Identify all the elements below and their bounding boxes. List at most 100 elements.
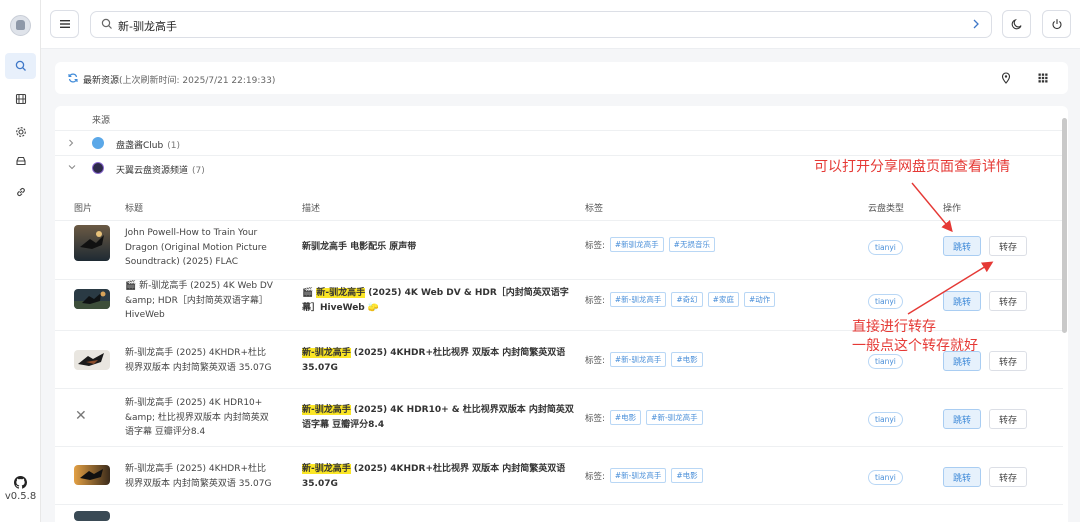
jump-button[interactable]: 跳转 xyxy=(943,409,981,429)
power-button[interactable] xyxy=(1042,10,1071,38)
jump-button[interactable]: 跳转 xyxy=(943,236,981,256)
scrollbar[interactable] xyxy=(1062,118,1067,333)
left-nav: v0.5.8 xyxy=(0,0,41,522)
row-title: 新-驯龙高手 (2025) 4KHDR+杜比视界双版本 内封简繁英双语 35.0… xyxy=(125,464,272,489)
row-thumbnail xyxy=(74,350,110,370)
column-header-cloud-type: 云盘类型 xyxy=(868,204,905,214)
location-pin-icon[interactable] xyxy=(1001,72,1011,84)
github-icon[interactable] xyxy=(14,476,27,489)
row-tags: 标签: #新-驯龙高手 #电影 xyxy=(585,468,703,483)
column-header-title: 标题 xyxy=(125,204,144,214)
cloud-type-badge: tianyi xyxy=(868,240,903,255)
tag-prefix: 标签: xyxy=(585,355,605,366)
source-name: 盘盏酱Club (1) xyxy=(116,138,180,151)
tag-chip[interactable]: #动作 xyxy=(743,292,776,307)
cloud-type-badge: tianyi xyxy=(868,354,903,369)
tag-chip[interactable]: #家庭 xyxy=(707,292,739,307)
row-thumbnail xyxy=(74,225,110,261)
grid-view-icon[interactable] xyxy=(1038,73,1048,83)
save-to-drive-button[interactable]: 转存 xyxy=(989,467,1027,487)
search-icon xyxy=(15,60,26,71)
jump-button[interactable]: 跳转 xyxy=(943,467,981,487)
moon-icon xyxy=(1011,18,1022,30)
row-description: 新-驯龙高手 (2025) 4KHDR+杜比视界 双版本 内封简繁英双语 35.… xyxy=(302,462,574,492)
search-input[interactable]: 新-驯龙高手 xyxy=(118,18,177,34)
broken-image-icon: ✕ xyxy=(75,408,87,424)
source-name-text: 盘盏酱Club xyxy=(116,141,164,151)
refresh-bar: 最新资源(上次刷新时间: 2025/7/21 22:19:33) xyxy=(55,62,1068,94)
app-version: v0.5.8 xyxy=(4,491,37,502)
cloud-type-badge: tianyi xyxy=(868,294,903,309)
row-thumbnail xyxy=(74,511,110,521)
power-icon xyxy=(1051,19,1062,30)
row-description: 新-驯龙高手 (2025) 4K HDR10+ & 杜比视界双版本 内封简英双语… xyxy=(302,403,574,433)
nav-film[interactable] xyxy=(5,86,36,112)
chevron-right-icon[interactable] xyxy=(67,138,75,148)
column-header-tags: 标签 xyxy=(585,204,604,214)
column-header-actions: 操作 xyxy=(943,204,962,214)
jump-button[interactable]: 跳转 xyxy=(943,291,981,311)
source-group-row[interactable]: 盘盏酱Club (1) xyxy=(55,130,1063,155)
save-to-drive-button[interactable]: 转存 xyxy=(989,236,1027,256)
chevron-right-icon[interactable] xyxy=(971,18,981,30)
save-to-drive-button[interactable]: 转存 xyxy=(989,409,1027,429)
tag-chip[interactable]: #电影 xyxy=(671,468,703,483)
row-description: 新驯龙高手 电影配乐 原声带 xyxy=(302,240,574,255)
refresh-icon[interactable] xyxy=(68,73,78,83)
row-title: John Powell-How to Train Your Dragon (Or… xyxy=(125,228,267,267)
chevron-down-icon[interactable] xyxy=(67,163,77,171)
refresh-title: 最新资源 xyxy=(83,76,120,86)
gear-icon xyxy=(15,127,26,137)
tag-prefix: 标签: xyxy=(585,471,605,482)
tag-chip[interactable]: #新-驯龙高手 xyxy=(609,292,667,307)
tag-prefix: 标签: xyxy=(585,413,605,424)
row-desc-highlight: 新-驯龙高手 xyxy=(302,405,351,415)
tag-chip[interactable]: #奇幻 xyxy=(671,292,703,307)
search-bar[interactable]: 新-驯龙高手 xyxy=(90,11,992,38)
tag-chip[interactable]: #新-驯龙高手 xyxy=(609,352,667,367)
source-avatar xyxy=(92,162,104,174)
row-desc-highlight: 新-驯龙高手 xyxy=(316,288,366,298)
tag-chip[interactable]: #电影 xyxy=(671,352,703,367)
save-to-drive-button[interactable]: 转存 xyxy=(989,291,1027,311)
search-icon xyxy=(101,18,112,29)
source-count: (1) xyxy=(167,141,180,151)
row-description: 新-驯龙高手 (2025) 4KHDR+杜比视界 双版本 内封简繁英双语 35.… xyxy=(302,346,574,376)
nav-drive[interactable] xyxy=(5,148,36,174)
row-tags: 标签: #新-驯龙高手 #电影 xyxy=(585,352,703,367)
tag-chip[interactable]: #新-驯龙高手 xyxy=(609,468,667,483)
row-description: 🎬 新-驯龙高手 (2025) 4K Web DV & HDR［内封简英双语字幕… xyxy=(302,286,574,316)
link-icon xyxy=(16,187,25,197)
tag-chip[interactable]: #无损音乐 xyxy=(668,237,715,252)
row-title: 🎬 新-驯龙高手 (2025) 4K Web DV &amp; HDR［内封简英… xyxy=(125,281,273,320)
drive-icon xyxy=(15,156,26,166)
row-title: 新-驯龙高手 (2025) 4K HDR10+ &amp; 杜比视界双版本 内封… xyxy=(125,398,269,437)
source-name-text: 天翼云盘资源频道 xyxy=(116,166,189,176)
cloud-type-badge: tianyi xyxy=(868,470,903,485)
source-name: 天翼云盘资源频道 (7) xyxy=(116,163,205,176)
refresh-status: 最新资源(上次刷新时间: 2025/7/21 22:19:33) xyxy=(83,73,275,86)
menu-button[interactable] xyxy=(50,10,79,38)
source-count: (7) xyxy=(192,166,205,176)
tag-prefix: 标签: xyxy=(585,295,605,306)
tag-chip[interactable]: #新驯龙高手 xyxy=(609,237,664,252)
row-thumbnail xyxy=(74,465,110,485)
source-column-header: 来源 xyxy=(92,116,111,126)
row-desc-highlight: 新-驯龙高手 xyxy=(302,464,351,474)
nav-settings[interactable] xyxy=(5,119,36,145)
row-desc-highlight: 新-驯龙高手 xyxy=(302,348,351,358)
column-header-desc: 描述 xyxy=(302,204,321,214)
film-icon xyxy=(15,93,26,105)
nav-search[interactable] xyxy=(5,53,36,79)
app-logo[interactable] xyxy=(10,15,31,36)
dark-mode-button[interactable] xyxy=(1002,10,1031,38)
row-desc-text: 新驯龙高手 电影配乐 原声带 xyxy=(302,242,417,252)
nav-link[interactable] xyxy=(5,179,36,205)
annotation-save-line2: 一般点这个转存就好 xyxy=(852,338,978,354)
tag-chip[interactable]: #电影 xyxy=(609,410,642,425)
row-tags: 标签: #新-驯龙高手 #奇幻 #家庭 #动作 xyxy=(585,292,776,307)
source-avatar xyxy=(92,137,104,149)
tag-chip[interactable]: #新-驯龙高手 xyxy=(646,410,703,425)
table-row: ✕ 新-驯龙高手 (2025) 4K HDR10+ &amp; 杜比视界双版本 … xyxy=(55,389,1063,447)
save-to-drive-button[interactable]: 转存 xyxy=(989,351,1027,371)
